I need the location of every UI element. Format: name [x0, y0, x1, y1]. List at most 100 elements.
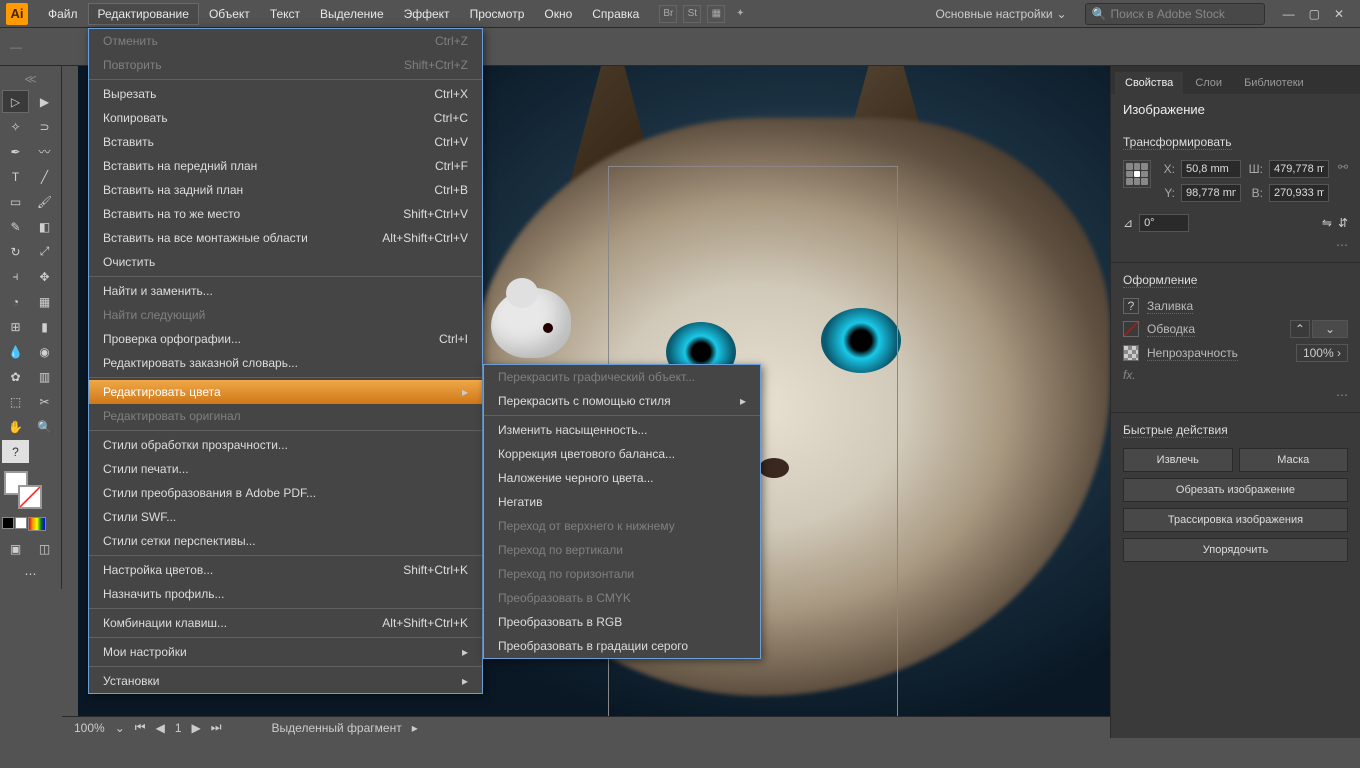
- lasso-tool[interactable]: ⊃: [31, 115, 58, 138]
- wand-tool[interactable]: ✧: [2, 115, 29, 138]
- maximize-icon[interactable]: ▢: [1309, 7, 1320, 21]
- menu-paste[interactable]: ВставитьCtrl+V: [89, 130, 482, 154]
- rotate-tool[interactable]: ↻: [2, 240, 29, 263]
- trace-button[interactable]: Трассировка изображения: [1123, 508, 1348, 532]
- scale-tool[interactable]: ⤢: [31, 240, 58, 263]
- menu-transparency-styles[interactable]: Стили обработки прозрачности...: [89, 433, 482, 457]
- angle-input[interactable]: [1139, 214, 1189, 232]
- menu-pdf-styles[interactable]: Стили преобразования в Adobe PDF...: [89, 481, 482, 505]
- width-tool[interactable]: ⫞: [2, 265, 29, 288]
- edit-toolbar[interactable]: ⋯: [2, 562, 59, 585]
- type-tool[interactable]: T: [2, 165, 29, 188]
- bridge-icon[interactable]: Br: [659, 5, 677, 23]
- tab-libraries[interactable]: Библиотеки: [1234, 72, 1314, 94]
- tab-properties[interactable]: Свойства: [1115, 72, 1183, 94]
- black-swatch[interactable]: [2, 517, 14, 529]
- fill-indicator[interactable]: ?: [2, 440, 29, 463]
- menu-find-next[interactable]: Найти следующий: [89, 303, 482, 327]
- free-transform-tool[interactable]: ✥: [31, 265, 58, 288]
- perspective-tool[interactable]: ▦: [31, 290, 58, 313]
- minimize-icon[interactable]: —: [1283, 7, 1295, 21]
- menu-window[interactable]: Окно: [534, 3, 582, 25]
- extract-button[interactable]: Извлечь: [1123, 448, 1233, 472]
- stock-icon[interactable]: St: [683, 5, 701, 23]
- menu-edit-colors[interactable]: Редактировать цвета▸: [89, 380, 482, 404]
- slice-tool[interactable]: ✂: [31, 390, 58, 413]
- line-tool[interactable]: ╱: [31, 165, 58, 188]
- stroke-swatch[interactable]: [18, 485, 42, 509]
- symbol-tool[interactable]: ✿: [2, 365, 29, 388]
- submenu-cmyk[interactable]: Преобразовать в CMYK: [484, 586, 760, 610]
- eraser-tool[interactable]: ◧: [31, 215, 58, 238]
- nav-next-icon[interactable]: ▶: [192, 721, 201, 735]
- direct-select-tool[interactable]: ▶: [31, 90, 58, 113]
- nav-first-icon[interactable]: ⏮: [135, 720, 146, 735]
- submenu-recolor-style[interactable]: Перекрасить с помощью стиля▸: [484, 389, 760, 413]
- stroke-style[interactable]: ⌄: [1312, 320, 1348, 338]
- submenu-recolor[interactable]: Перекрасить графический объект...: [484, 365, 760, 389]
- w-input[interactable]: [1269, 160, 1329, 178]
- flip-h-icon[interactable]: ⇋: [1322, 216, 1332, 230]
- workspace-selector[interactable]: Основные настройки ⌄: [925, 3, 1076, 25]
- screen-mode-2[interactable]: ◫: [31, 537, 58, 560]
- menu-file[interactable]: Файл: [38, 3, 88, 25]
- stroke-icon[interactable]: [1123, 321, 1139, 337]
- menu-swf-styles[interactable]: Стили SWF...: [89, 505, 482, 529]
- menu-preferences[interactable]: Установки▸: [89, 669, 482, 693]
- crop-button[interactable]: Обрезать изображение: [1123, 478, 1348, 502]
- search-input[interactable]: 🔍Поиск в Adobe Stock: [1085, 3, 1265, 25]
- fill-icon[interactable]: ?: [1123, 298, 1139, 314]
- mesh-tool[interactable]: ⊞: [2, 315, 29, 338]
- screen-mode[interactable]: ▣: [2, 537, 29, 560]
- graph-tool[interactable]: ▥: [31, 365, 58, 388]
- gradient-tool[interactable]: ▮: [31, 315, 58, 338]
- submenu-gray[interactable]: Преобразовать в градации серого: [484, 634, 760, 658]
- menu-redo[interactable]: ПовторитьShift+Ctrl+Z: [89, 53, 482, 77]
- more-options-icon[interactable]: ⋯: [1123, 238, 1348, 252]
- menu-paste-all[interactable]: Вставить на все монтажные областиAlt+Shi…: [89, 226, 482, 250]
- menu-print-styles[interactable]: Стили печати...: [89, 457, 482, 481]
- hand-tool[interactable]: ✋: [2, 415, 29, 438]
- arrange-icon[interactable]: ▦: [707, 5, 725, 23]
- zoom-chevron[interactable]: ⌄: [115, 721, 125, 735]
- submenu-blend-h[interactable]: Переход по горизонтали: [484, 562, 760, 586]
- white-swatch[interactable]: [15, 517, 27, 529]
- menu-effect[interactable]: Эффект: [394, 3, 460, 25]
- menu-shortcuts[interactable]: Комбинации клавиш...Alt+Shift+Ctrl+K: [89, 611, 482, 635]
- menu-view[interactable]: Просмотр: [460, 3, 535, 25]
- menu-copy[interactable]: КопироватьCtrl+C: [89, 106, 482, 130]
- menu-color-settings[interactable]: Настройка цветов...Shift+Ctrl+K: [89, 558, 482, 582]
- submenu-invert[interactable]: Негатив: [484, 490, 760, 514]
- link-wh-icon[interactable]: ⚯: [1338, 160, 1348, 208]
- y-input[interactable]: [1181, 184, 1241, 202]
- x-input[interactable]: [1181, 160, 1241, 178]
- more-appearance-icon[interactable]: ⋯: [1123, 388, 1348, 402]
- menu-assign-profile[interactable]: Назначить профиль...: [89, 582, 482, 606]
- tab-layers[interactable]: Слои: [1185, 72, 1232, 94]
- menu-object[interactable]: Объект: [199, 3, 260, 25]
- menu-edit[interactable]: Редактирование: [88, 3, 199, 25]
- gradient-swatch[interactable]: [28, 517, 46, 531]
- menu-find[interactable]: Найти и заменить...: [89, 279, 482, 303]
- stroke-weight[interactable]: ⌃: [1290, 320, 1310, 338]
- flip-v-icon[interactable]: ⇵: [1338, 216, 1348, 230]
- menu-paste-back[interactable]: Вставить на задний планCtrl+B: [89, 178, 482, 202]
- menu-my-settings[interactable]: Мои настройки▸: [89, 640, 482, 664]
- toolbar-grip[interactable]: ≪: [2, 70, 59, 88]
- opacity-value[interactable]: 100%: [1303, 346, 1334, 360]
- selection-tool[interactable]: ▷: [2, 90, 29, 113]
- submenu-balance[interactable]: Коррекция цветового баланса...: [484, 442, 760, 466]
- page-number[interactable]: 1: [175, 721, 182, 735]
- menu-dict[interactable]: Редактировать заказной словарь...: [89, 351, 482, 375]
- close-icon[interactable]: ✕: [1334, 7, 1344, 21]
- menu-cut[interactable]: ВырезатьCtrl+X: [89, 82, 482, 106]
- menu-undo[interactable]: ОтменитьCtrl+Z: [89, 29, 482, 53]
- menu-edit-original[interactable]: Редактировать оригинал: [89, 404, 482, 428]
- menu-clear[interactable]: Очистить: [89, 250, 482, 274]
- curvature-tool[interactable]: 〰: [31, 140, 58, 163]
- arrange-button[interactable]: Упорядочить: [1123, 538, 1348, 562]
- brush-tool[interactable]: 🖌: [31, 190, 58, 213]
- submenu-blend-tb[interactable]: Переход от верхнего к нижнему: [484, 514, 760, 538]
- eyedropper-tool[interactable]: 💧: [2, 340, 29, 363]
- menu-text[interactable]: Текст: [260, 3, 310, 25]
